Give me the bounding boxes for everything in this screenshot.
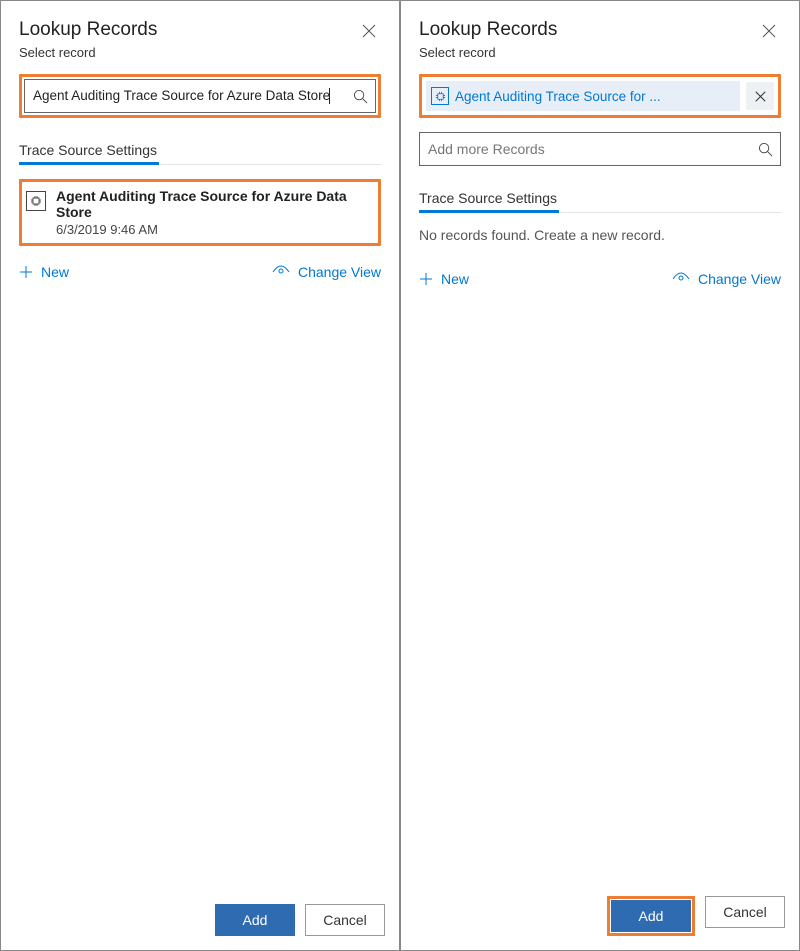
close-icon	[755, 91, 766, 102]
result-name: Agent Auditing Trace Source for Azure Da…	[56, 188, 374, 220]
new-action[interactable]: New	[19, 264, 69, 280]
cancel-button[interactable]: Cancel	[305, 904, 385, 936]
chip-remove-button[interactable]	[746, 82, 774, 110]
section-header: Trace Source Settings	[419, 190, 781, 206]
search-input[interactable]: Agent Auditing Trace Source for Azure Da…	[24, 79, 376, 113]
eye-icon	[272, 265, 290, 279]
highlight-chip: Agent Auditing Trace Source for ...	[419, 74, 781, 118]
selected-record-chip[interactable]: Agent Auditing Trace Source for ...	[426, 81, 740, 111]
plus-icon	[19, 265, 33, 279]
section-header: Trace Source Settings	[19, 142, 381, 158]
result-date: 6/3/2019 9:46 AM	[56, 222, 374, 237]
cancel-button[interactable]: Cancel	[705, 896, 785, 928]
search-result-item[interactable]: Agent Auditing Trace Source for Azure Da…	[24, 184, 376, 241]
no-records-text: No records found. Create a new record.	[419, 227, 781, 243]
new-action[interactable]: New	[419, 271, 469, 287]
dialog-subtitle: Select record	[19, 45, 381, 60]
change-view-action[interactable]: Change View	[272, 264, 381, 280]
search-input[interactable]: Add more Records	[419, 132, 781, 166]
close-button[interactable]	[757, 19, 781, 43]
plus-icon	[419, 272, 433, 286]
entity-icon	[26, 191, 46, 211]
close-icon	[762, 24, 776, 38]
lookup-pane-left: Lookup Records Select record Agent Audit…	[0, 0, 400, 951]
change-view-action[interactable]: Change View	[672, 271, 781, 287]
entity-icon	[431, 87, 449, 105]
section-underline	[419, 212, 781, 213]
dialog-title: Lookup Records	[419, 19, 557, 41]
search-input-value: Agent Auditing Trace Source for Azure Da…	[25, 88, 345, 104]
highlight-result: Agent Auditing Trace Source for Azure Da…	[19, 179, 381, 246]
dialog-subtitle: Select record	[419, 45, 781, 60]
add-button[interactable]: Add	[611, 900, 691, 932]
change-view-label: Change View	[298, 264, 381, 280]
close-icon	[362, 24, 376, 38]
eye-icon	[672, 272, 690, 286]
change-view-label: Change View	[698, 271, 781, 287]
highlight-search: Agent Auditing Trace Source for Azure Da…	[19, 74, 381, 118]
search-placeholder: Add more Records	[420, 141, 750, 157]
section-underline	[19, 164, 381, 165]
new-label: New	[41, 264, 69, 280]
chip-label: Agent Auditing Trace Source for ...	[455, 89, 734, 104]
search-icon[interactable]	[750, 142, 780, 157]
add-button[interactable]: Add	[215, 904, 295, 936]
lookup-pane-right: Lookup Records Select record Agent Audit…	[400, 0, 800, 951]
highlight-add: Add	[607, 896, 695, 936]
close-button[interactable]	[357, 19, 381, 43]
search-icon[interactable]	[345, 89, 375, 104]
dialog-title: Lookup Records	[19, 19, 157, 41]
new-label: New	[441, 271, 469, 287]
